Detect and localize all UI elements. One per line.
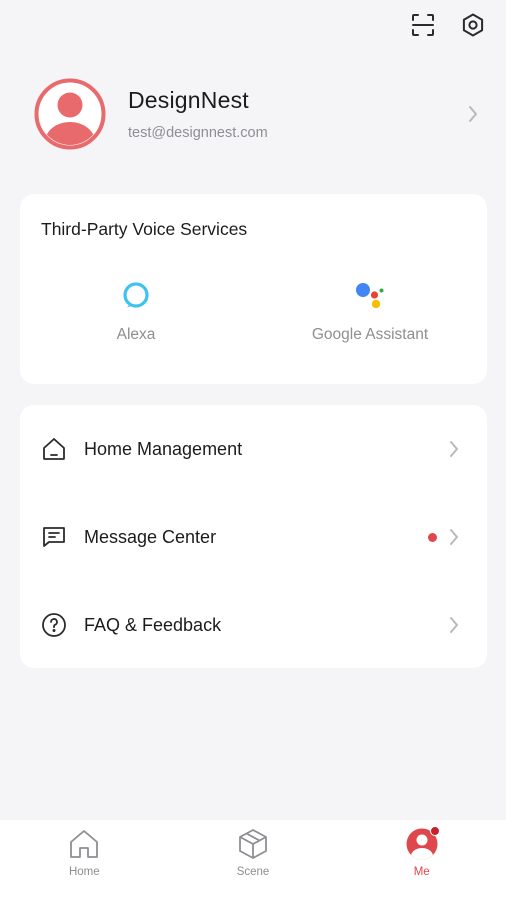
menu-item-label: Message Center — [84, 526, 217, 547]
unread-dot — [428, 532, 437, 542]
google-assistant-icon — [356, 283, 384, 309]
home-tab-icon — [66, 826, 102, 862]
tab-me-label: Me — [413, 866, 430, 878]
profile-row[interactable]: DesignNest test@designnest.com — [34, 78, 480, 150]
tab-scene-label: Scene — [236, 866, 270, 878]
profile-text: DesignNest test@designnest.com — [128, 87, 466, 141]
chevron-right-icon — [447, 438, 461, 460]
menu-item-message-center[interactable]: Message Center — [20, 493, 487, 581]
bottom-nav: Home Scene Me — [0, 820, 506, 900]
voice-services-card: Third-Party Voice Services Alexa Google … — [20, 194, 487, 384]
scene-cube-icon — [235, 826, 271, 862]
scan-button[interactable] — [408, 10, 438, 40]
top-actions — [408, 10, 488, 40]
user-avatar-icon — [34, 78, 106, 150]
voice-services-title: Third-Party Voice Services — [41, 219, 248, 239]
menu-item-home-management[interactable]: Home Management — [20, 405, 487, 493]
tab-home-label: Home — [68, 866, 100, 878]
help-circle-icon — [40, 611, 68, 639]
google-assistant-button[interactable]: Google Assistant — [280, 278, 460, 344]
message-icon — [40, 523, 68, 551]
scan-icon — [412, 14, 434, 36]
chevron-right-icon — [447, 614, 461, 636]
notification-badge — [429, 826, 440, 836]
menu-card: Home Management Message Center FAQ & Fee… — [20, 405, 487, 668]
menu-item-faq-feedback[interactable]: FAQ & Feedback — [20, 581, 487, 669]
home-outline-icon — [40, 435, 68, 463]
tab-home[interactable]: Home — [0, 820, 169, 900]
me-screen: DesignNest test@designnest.com Third-Par… — [0, 0, 506, 900]
alexa-button[interactable]: Alexa — [46, 278, 226, 344]
profile-email: test@designnest.com — [128, 125, 268, 141]
chevron-right-icon — [447, 526, 461, 548]
alexa-label: Alexa — [116, 326, 156, 343]
avatar — [34, 78, 106, 150]
tab-scene[interactable]: Scene — [169, 820, 338, 900]
alexa-icon — [123, 282, 149, 308]
menu-item-label: FAQ & Feedback — [84, 614, 222, 635]
me-profile-icon — [404, 826, 440, 862]
settings-gear-icon — [462, 13, 484, 37]
menu-item-label: Home Management — [84, 438, 243, 459]
chevron-right-icon — [466, 103, 480, 125]
settings-button[interactable] — [458, 10, 488, 40]
google-assistant-label: Google Assistant — [311, 326, 429, 343]
profile-name: DesignNest — [128, 87, 249, 113]
tab-me[interactable]: Me — [337, 820, 506, 900]
